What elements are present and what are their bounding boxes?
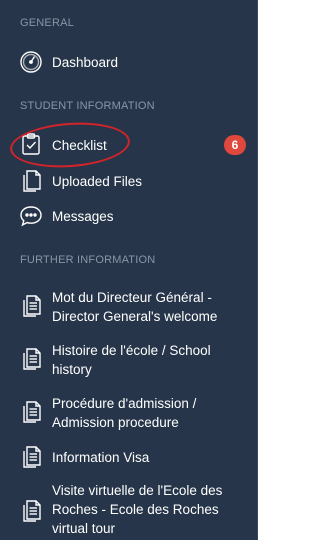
files-icon (19, 168, 43, 192)
sidebar-item-label: Uploaded Files (52, 174, 143, 189)
document-icon (19, 347, 43, 371)
sidebar-item-information-visa[interactable]: Information Visa (0, 445, 258, 471)
sidebar-item-uploaded-files[interactable]: Uploaded Files (0, 168, 258, 194)
section-header-student-information: STUDENT INFORMATION (20, 100, 155, 112)
sidebar-item-dashboard[interactable]: Dashboard (0, 50, 258, 76)
notification-count-badge: 6 (224, 135, 246, 155)
sidebar-nav: GENERAL Dashboard STUDENT INFORMATION Ch… (0, 0, 258, 540)
sidebar-item-messages[interactable]: Messages (0, 204, 258, 230)
sidebar-item-virtual-tour[interactable]: Visite virtuelle de l'Ecole des Roches -… (0, 481, 258, 539)
document-icon (19, 294, 43, 318)
sidebar-item-label: Messages (52, 209, 114, 224)
sidebar-item-school-history[interactable]: Histoire de l'école / School history (0, 341, 258, 381)
section-header-general: GENERAL (20, 17, 74, 29)
document-icon (19, 445, 43, 469)
sidebar-item-admission-procedure[interactable]: Procédure d'admission / Admission proced… (0, 394, 258, 434)
sidebar-item-label: Procédure d'admission / Admission proced… (52, 396, 197, 430)
document-icon (19, 499, 43, 523)
speedometer-icon (19, 50, 43, 74)
highlight-circle (8, 118, 132, 172)
sidebar-item-label: Dashboard (52, 55, 119, 70)
sidebar-item-directors-welcome[interactable]: Mot du Directeur Général - Director Gene… (0, 288, 258, 328)
sidebar-item-label: Mot du Directeur Général - Director Gene… (52, 290, 218, 324)
sidebar-item-label: Information Visa (52, 450, 150, 465)
chat-icon (19, 204, 43, 228)
document-icon (19, 400, 43, 424)
sidebar-item-label: Visite virtuelle de l'Ecole des Roches -… (52, 483, 223, 536)
sidebar-item-label: Histoire de l'école / School history (52, 343, 211, 377)
section-header-further-information: FURTHER INFORMATION (20, 254, 156, 266)
